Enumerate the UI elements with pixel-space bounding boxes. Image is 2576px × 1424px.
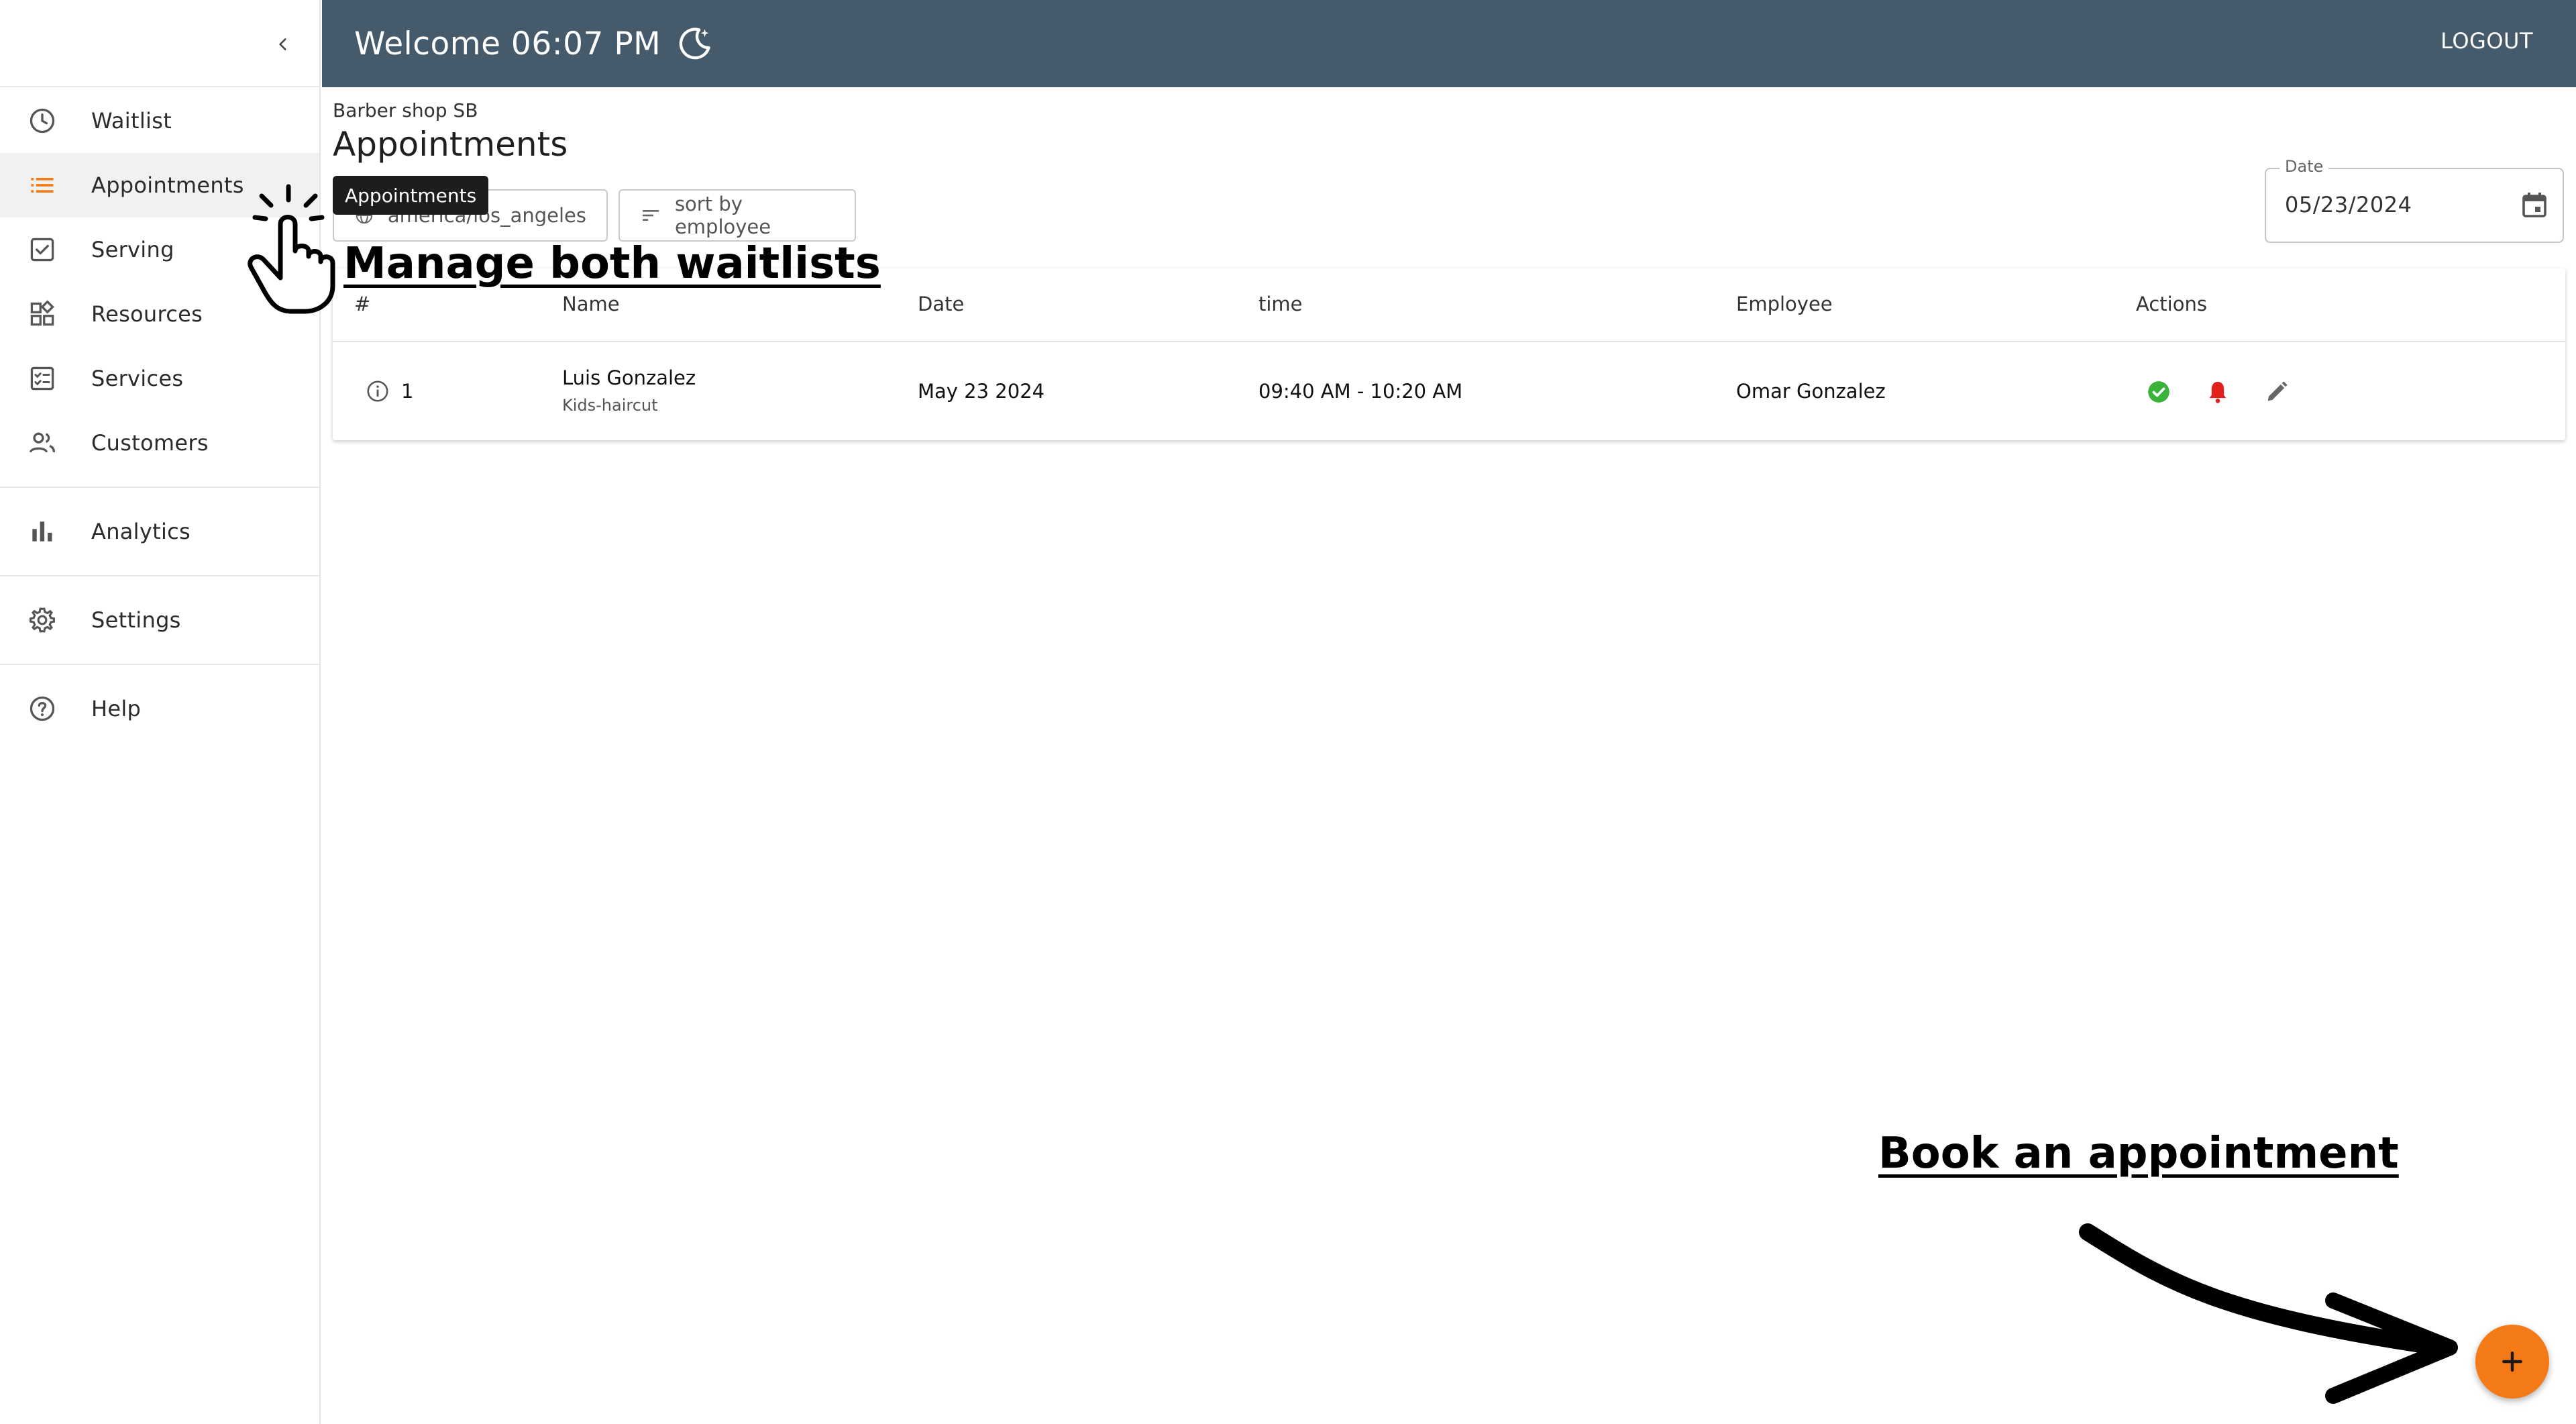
sidebar-item-label: Resources (91, 301, 203, 327)
people-icon (27, 427, 58, 458)
chevron-left-icon (279, 38, 286, 50)
nav-divider (0, 575, 319, 576)
nav-divider (0, 664, 319, 665)
list-icon (27, 170, 58, 201)
date-field[interactable]: Date 05/23/2024 (2265, 157, 2564, 243)
sidebar-item-label: Customers (91, 430, 209, 456)
help-icon (27, 693, 58, 724)
info-icon[interactable] (365, 378, 390, 407)
sidebar-item-label: Serving (91, 237, 174, 262)
sidebar-item-label: Services (91, 366, 184, 391)
column-header-time: time (1258, 293, 1303, 315)
column-header-actions: Actions (2136, 293, 2207, 315)
service-name: Kids-haircut (562, 396, 658, 415)
sidebar-item-label: Appointments (91, 172, 244, 198)
annotation-manage-waitlists: Manage both waitlists (343, 239, 881, 289)
page-title: Appointments (333, 125, 568, 164)
logout-button[interactable]: LOGOUT (2440, 28, 2533, 54)
annotation-book-appointment: Book an appointment (1878, 1129, 2399, 1178)
welcome-text: Welcome 06:07 PM (354, 25, 661, 62)
sidebar-item-label: Help (91, 696, 142, 721)
bar-chart-icon (27, 516, 58, 547)
app-header: Welcome 06:07 PM LOGOUT (322, 0, 2576, 87)
sort-label: sort by employee (674, 193, 771, 238)
column-header-name: Name (562, 293, 620, 315)
plus-icon (2502, 1351, 2523, 1372)
row-number: 1 (401, 380, 414, 403)
checklist-icon (27, 363, 58, 394)
pointing-hand-icon (241, 181, 342, 318)
pencil-icon[interactable] (2262, 377, 2292, 407)
employee-name: Omar Gonzalez (1736, 380, 1886, 403)
bell-icon[interactable] (2203, 377, 2233, 407)
checkbox-icon (27, 234, 58, 265)
calendar-icon[interactable] (2518, 189, 2551, 224)
sidebar-item-help[interactable]: Help (0, 676, 319, 741)
appointment-date: May 23 2024 (918, 380, 1045, 403)
nav-divider (0, 487, 319, 488)
clock-icon (27, 105, 58, 136)
sort-icon (642, 210, 659, 221)
sidebar-item-settings[interactable]: Settings (0, 588, 319, 652)
sort-chip[interactable]: sort by employee (619, 189, 856, 242)
widgets-icon (27, 299, 58, 329)
add-appointment-button[interactable] (2475, 1325, 2549, 1398)
customer-name: Luis Gonzalez (562, 366, 696, 389)
sidebar-item-analytics[interactable]: Analytics (0, 499, 319, 564)
sidebar-item-waitlist[interactable]: Waitlist (0, 89, 319, 153)
sidebar-item-services[interactable]: Services (0, 346, 319, 411)
table-row[interactable]: 1 Luis Gonzalez Kids-haircut May 23 2024… (333, 344, 2565, 440)
collapse-sidebar-button[interactable] (268, 30, 298, 59)
moon-icon[interactable] (676, 24, 714, 63)
sidebar-item-label: Settings (91, 607, 181, 633)
arrow-icon (2073, 1215, 2475, 1412)
appointment-time: 09:40 AM - 10:20 AM (1258, 380, 1463, 403)
sidebar-item-label: Analytics (91, 519, 191, 544)
date-value: 05/23/2024 (2285, 192, 2412, 217)
column-header-date: Date (918, 293, 965, 315)
column-header-employee: Employee (1736, 293, 1833, 315)
appointments-table: # Name Date time Employee Actions 1 Luis… (333, 268, 2565, 440)
date-field-label: Date (2279, 157, 2329, 176)
gear-icon (27, 605, 58, 635)
sidebar-item-label: Waitlist (91, 108, 172, 134)
sidebar-item-customers[interactable]: Customers (0, 411, 319, 475)
check-circle-icon[interactable] (2144, 377, 2174, 407)
tooltip: Appointments (333, 176, 489, 215)
shop-name: Barber shop SB (333, 99, 478, 121)
column-header-number: # (354, 293, 371, 315)
sidebar-divider (0, 86, 321, 87)
